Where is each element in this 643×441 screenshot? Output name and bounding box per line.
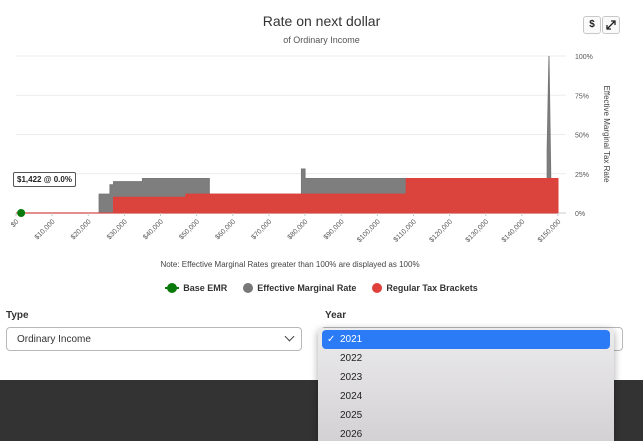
type-label: Type	[6, 310, 29, 321]
legend-label: Base EMR	[183, 283, 228, 293]
x-tick-label: $110,000	[393, 218, 418, 243]
legend-label: Regular Tax Brackets	[386, 283, 478, 293]
chart-note: Note: Effective Marginal Rates greater t…	[160, 260, 420, 269]
year-dropdown-menu[interactable]: ✓ 2021 2022 2023 2024 2025 2026	[318, 328, 614, 441]
y-tick-label: 100%	[575, 54, 593, 61]
legend-label: Effective Marginal Rate	[257, 283, 357, 293]
year-option-2022[interactable]: 2022	[318, 349, 614, 368]
year-option-2025[interactable]: 2025	[318, 406, 614, 425]
base-emr-point	[17, 209, 26, 217]
x-tick-label: $10,000	[34, 218, 57, 241]
x-tick-label: $80,000	[287, 218, 310, 241]
chevron-down-icon	[284, 331, 295, 342]
y-tick-label: 0%	[575, 211, 585, 218]
chart-legend: Base EMR Effective Marginal Rate Regular…	[0, 283, 643, 293]
legend-marker-base-emr	[165, 283, 180, 293]
year-option-label: 2021	[340, 334, 363, 345]
x-tick-label: $100,000	[356, 218, 382, 244]
chart-plot: 0% 25% 50% 75% 100% Effective Marginal Tax Ra…	[10, 54, 611, 244]
y-tick-label: 50%	[575, 133, 589, 140]
x-tick-label: $70,000	[250, 218, 273, 241]
chart-tooltip: $1,422 @ 0.0%	[13, 172, 76, 187]
legend-marker-brackets	[372, 283, 383, 293]
x-tick-label: $130,000	[465, 218, 491, 244]
year-option-2024[interactable]: 2024	[318, 387, 614, 406]
regular-tax-brackets-area	[16, 177, 559, 214]
x-tick-label: $140,000	[501, 218, 527, 244]
legend-item-regular-tax-brackets[interactable]: Regular Tax Brackets	[372, 283, 478, 293]
x-tick-label: $150,000	[537, 218, 563, 244]
year-option-2023[interactable]: 2023	[318, 368, 614, 387]
year-option-2021[interactable]: ✓ 2021	[322, 330, 610, 349]
legend-marker-emr	[243, 283, 254, 293]
x-tick-label: $60,000	[214, 218, 237, 241]
x-tick-label: $20,000	[70, 218, 93, 241]
x-tick-label: $0	[10, 218, 21, 229]
y-tick-label: 75%	[575, 93, 589, 100]
y-tick-label: 25%	[575, 172, 589, 179]
x-tick-label: $50,000	[178, 218, 201, 241]
y-axis-title: Effective Marginal Tax Rate	[602, 85, 611, 183]
legend-item-effective-marginal-rate[interactable]: Effective Marginal Rate	[243, 283, 356, 293]
legend-item-base-emr[interactable]: Base EMR	[165, 283, 227, 293]
type-select-value: Ordinary Income	[17, 334, 91, 345]
year-option-2026[interactable]: 2026	[318, 425, 614, 441]
x-tick-label: $120,000	[428, 218, 454, 244]
checkmark-icon: ✓	[327, 334, 336, 345]
x-tick-label: $30,000	[106, 218, 129, 241]
x-tick-label: $90,000	[323, 218, 346, 241]
x-tick-label: $40,000	[142, 218, 165, 241]
year-label: Year	[325, 310, 347, 321]
type-select[interactable]: Ordinary Income	[6, 327, 302, 351]
